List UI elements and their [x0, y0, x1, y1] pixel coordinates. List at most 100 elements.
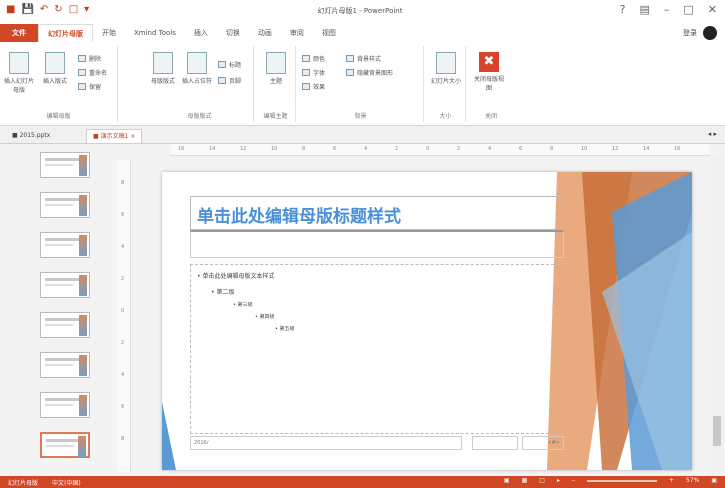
tab-transitions[interactable]: 切换 [217, 24, 249, 42]
zoom-level[interactable]: 57% [686, 477, 699, 484]
slide-thumbnail[interactable] [40, 152, 90, 178]
slide-thumbnail[interactable] [40, 392, 90, 418]
title-checkbox[interactable]: 标题 [218, 60, 241, 69]
redo-icon[interactable]: ↻ [54, 4, 62, 15]
group-label: 编辑母版 [46, 113, 71, 120]
slide-thumbnail[interactable] [40, 352, 90, 378]
slide-thumbnail[interactable] [40, 272, 90, 298]
ruler-tick-label: 8 [550, 146, 554, 152]
ruler-tick-label: 6 [333, 146, 337, 152]
user-account[interactable]: 登录 [675, 24, 725, 42]
body-level-4: • 第四级 [255, 314, 275, 320]
doc-tab-presentation1[interactable]: ■ 演示文稿1 × [86, 129, 143, 143]
delete-icon [78, 55, 86, 62]
fonts-icon [302, 69, 310, 76]
fit-slide-icon[interactable]: ▣ [711, 477, 717, 484]
ruler-tick-label: 8 [121, 180, 125, 186]
delete-button[interactable]: 删除 [78, 54, 101, 63]
tab-home[interactable]: 开始 [93, 24, 125, 42]
start-from-beginning-icon[interactable]: □ [69, 4, 78, 15]
powerpoint-logo-icon: ■ [6, 4, 16, 15]
title-placeholder[interactable]: 单击此处编辑母版标题样式 [190, 196, 564, 230]
ribbon-display-icon[interactable]: ▤ [639, 3, 649, 16]
tab-insert[interactable]: 插入 [185, 24, 217, 42]
undo-icon[interactable]: ↶ [40, 4, 48, 15]
tab-file[interactable]: 文件 [0, 24, 38, 42]
ruler-tick-label: 10 [581, 146, 588, 152]
left-blue-shape [162, 402, 176, 470]
insert-layout-button[interactable]: 插入版式 [40, 52, 70, 85]
scroll-thumb[interactable] [713, 416, 721, 446]
ruler-tick-label: 0 [426, 146, 430, 152]
group-label: 编辑主题 [263, 113, 288, 120]
master-layout-button[interactable]: 母版版式 [148, 52, 178, 85]
slide-thumbnail[interactable] [40, 192, 90, 218]
customize-qat-icon[interactable]: ▾ [84, 4, 89, 15]
minimize-icon[interactable]: – [664, 3, 670, 16]
ruler-tick-label: 14 [643, 146, 650, 152]
ruler-tick-label: 8 [121, 436, 125, 442]
slide-title: 单击此处编辑母版标题样式 [197, 207, 401, 227]
ribbon: 插入幻灯片母版 插入版式 删除 重命名 保留 编辑母版 母版版式 插入占位符 标… [0, 42, 725, 126]
effects-icon [302, 83, 310, 90]
background-styles-button[interactable]: 背景样式 [346, 54, 381, 63]
document-tabs: ■ 2015.pptx ■ 演示文稿1 × ◂ ▸ [0, 126, 725, 144]
close-master-view-button[interactable]: ✖ 关闭母版视图 [474, 52, 504, 92]
slide-canvas[interactable]: 单击此处编辑母版标题样式 • 单击此处编辑母版文本样式 • 第二级 • 第三级 … [162, 172, 692, 470]
close-icon[interactable]: ✕ [708, 3, 717, 16]
normal-view-icon[interactable]: ▣ [504, 477, 510, 484]
slide-sorter-icon[interactable]: ▦ [522, 477, 528, 484]
fonts-button[interactable]: 字体 [302, 68, 325, 77]
zoom-in-icon[interactable]: + [669, 477, 674, 484]
group-background: 颜色 字体 效果 背景样式 隐藏背景图形 背景 [298, 46, 424, 122]
doc-tab-2015[interactable]: ■ 2015.pptx [6, 129, 56, 143]
slide-thumbnail[interactable] [40, 312, 90, 338]
vertical-ruler: 8 6 4 2 0 2 4 6 8 [117, 160, 131, 472]
effects-button[interactable]: 效果 [302, 82, 325, 91]
rename-button[interactable]: 重命名 [78, 68, 107, 77]
zoom-slider[interactable] [586, 479, 657, 482]
ruler-tick-label: 2 [457, 146, 461, 152]
date-placeholder[interactable]: 2016/ [190, 436, 462, 450]
slideshow-icon[interactable]: ▸ [557, 477, 560, 484]
ruler-tick-label: 2 [121, 276, 125, 282]
close-tab-icon[interactable]: × [130, 133, 135, 140]
vertical-scrollbar[interactable] [711, 156, 723, 472]
footer-checkbox[interactable]: 页脚 [218, 76, 241, 85]
group-label: 背景 [354, 113, 367, 120]
user-name: 登录 [683, 29, 697, 37]
preserve-button[interactable]: 保留 [78, 82, 101, 91]
subtitle-placeholder[interactable] [190, 230, 564, 258]
group-edit-theme: 主题 编辑主题 [256, 46, 296, 122]
tab-view[interactable]: 视图 [313, 24, 345, 42]
tab-xmind-tools[interactable]: Xmind Tools [125, 24, 185, 42]
ruler-tick-label: 16 [178, 146, 185, 152]
group-label: 关闭 [484, 113, 497, 120]
group-master-layout: 母版版式 插入占位符 标题 页脚 母版版式 [146, 46, 254, 122]
zoom-out-icon[interactable]: – [572, 477, 575, 484]
reading-view-icon[interactable]: □ [539, 477, 545, 484]
tab-review[interactable]: 审阅 [281, 24, 313, 42]
slide-thumbnail[interactable] [40, 232, 90, 258]
maximize-icon[interactable]: □ [683, 3, 693, 16]
ruler-tick-label: 2 [395, 146, 399, 152]
themes-button[interactable]: 主题 [261, 52, 291, 85]
footer-placeholder[interactable] [472, 436, 518, 450]
slide-size-button[interactable]: 幻灯片大小 [431, 52, 461, 85]
help-icon[interactable]: ? [620, 3, 626, 16]
hide-background-graphics-checkbox[interactable]: 隐藏背景图形 [346, 68, 393, 77]
slide-thumbnail[interactable] [40, 432, 90, 458]
tab-animations[interactable]: 动画 [249, 24, 281, 42]
slide-number-placeholder[interactable]: <#> [522, 436, 564, 450]
insert-placeholder-icon [187, 52, 207, 74]
colors-button[interactable]: 颜色 [302, 54, 325, 63]
tab-scroll-icon[interactable]: ◂ ▸ [708, 130, 717, 138]
save-icon[interactable]: 💾 [21, 4, 33, 15]
slide-size-icon [436, 52, 456, 74]
status-language[interactable]: 中文(中国) [52, 478, 81, 487]
insert-slide-master-button[interactable]: 插入幻灯片母版 [4, 52, 34, 94]
tab-slide-master[interactable]: 幻灯片母版 [38, 24, 93, 42]
body-placeholder[interactable]: • 单击此处编辑母版文本样式 • 第二级 • 第三级 • 第四级 • 第五级 [190, 264, 564, 434]
thumbnail-pane [0, 144, 110, 476]
insert-placeholder-button[interactable]: 插入占位符 [182, 52, 212, 85]
